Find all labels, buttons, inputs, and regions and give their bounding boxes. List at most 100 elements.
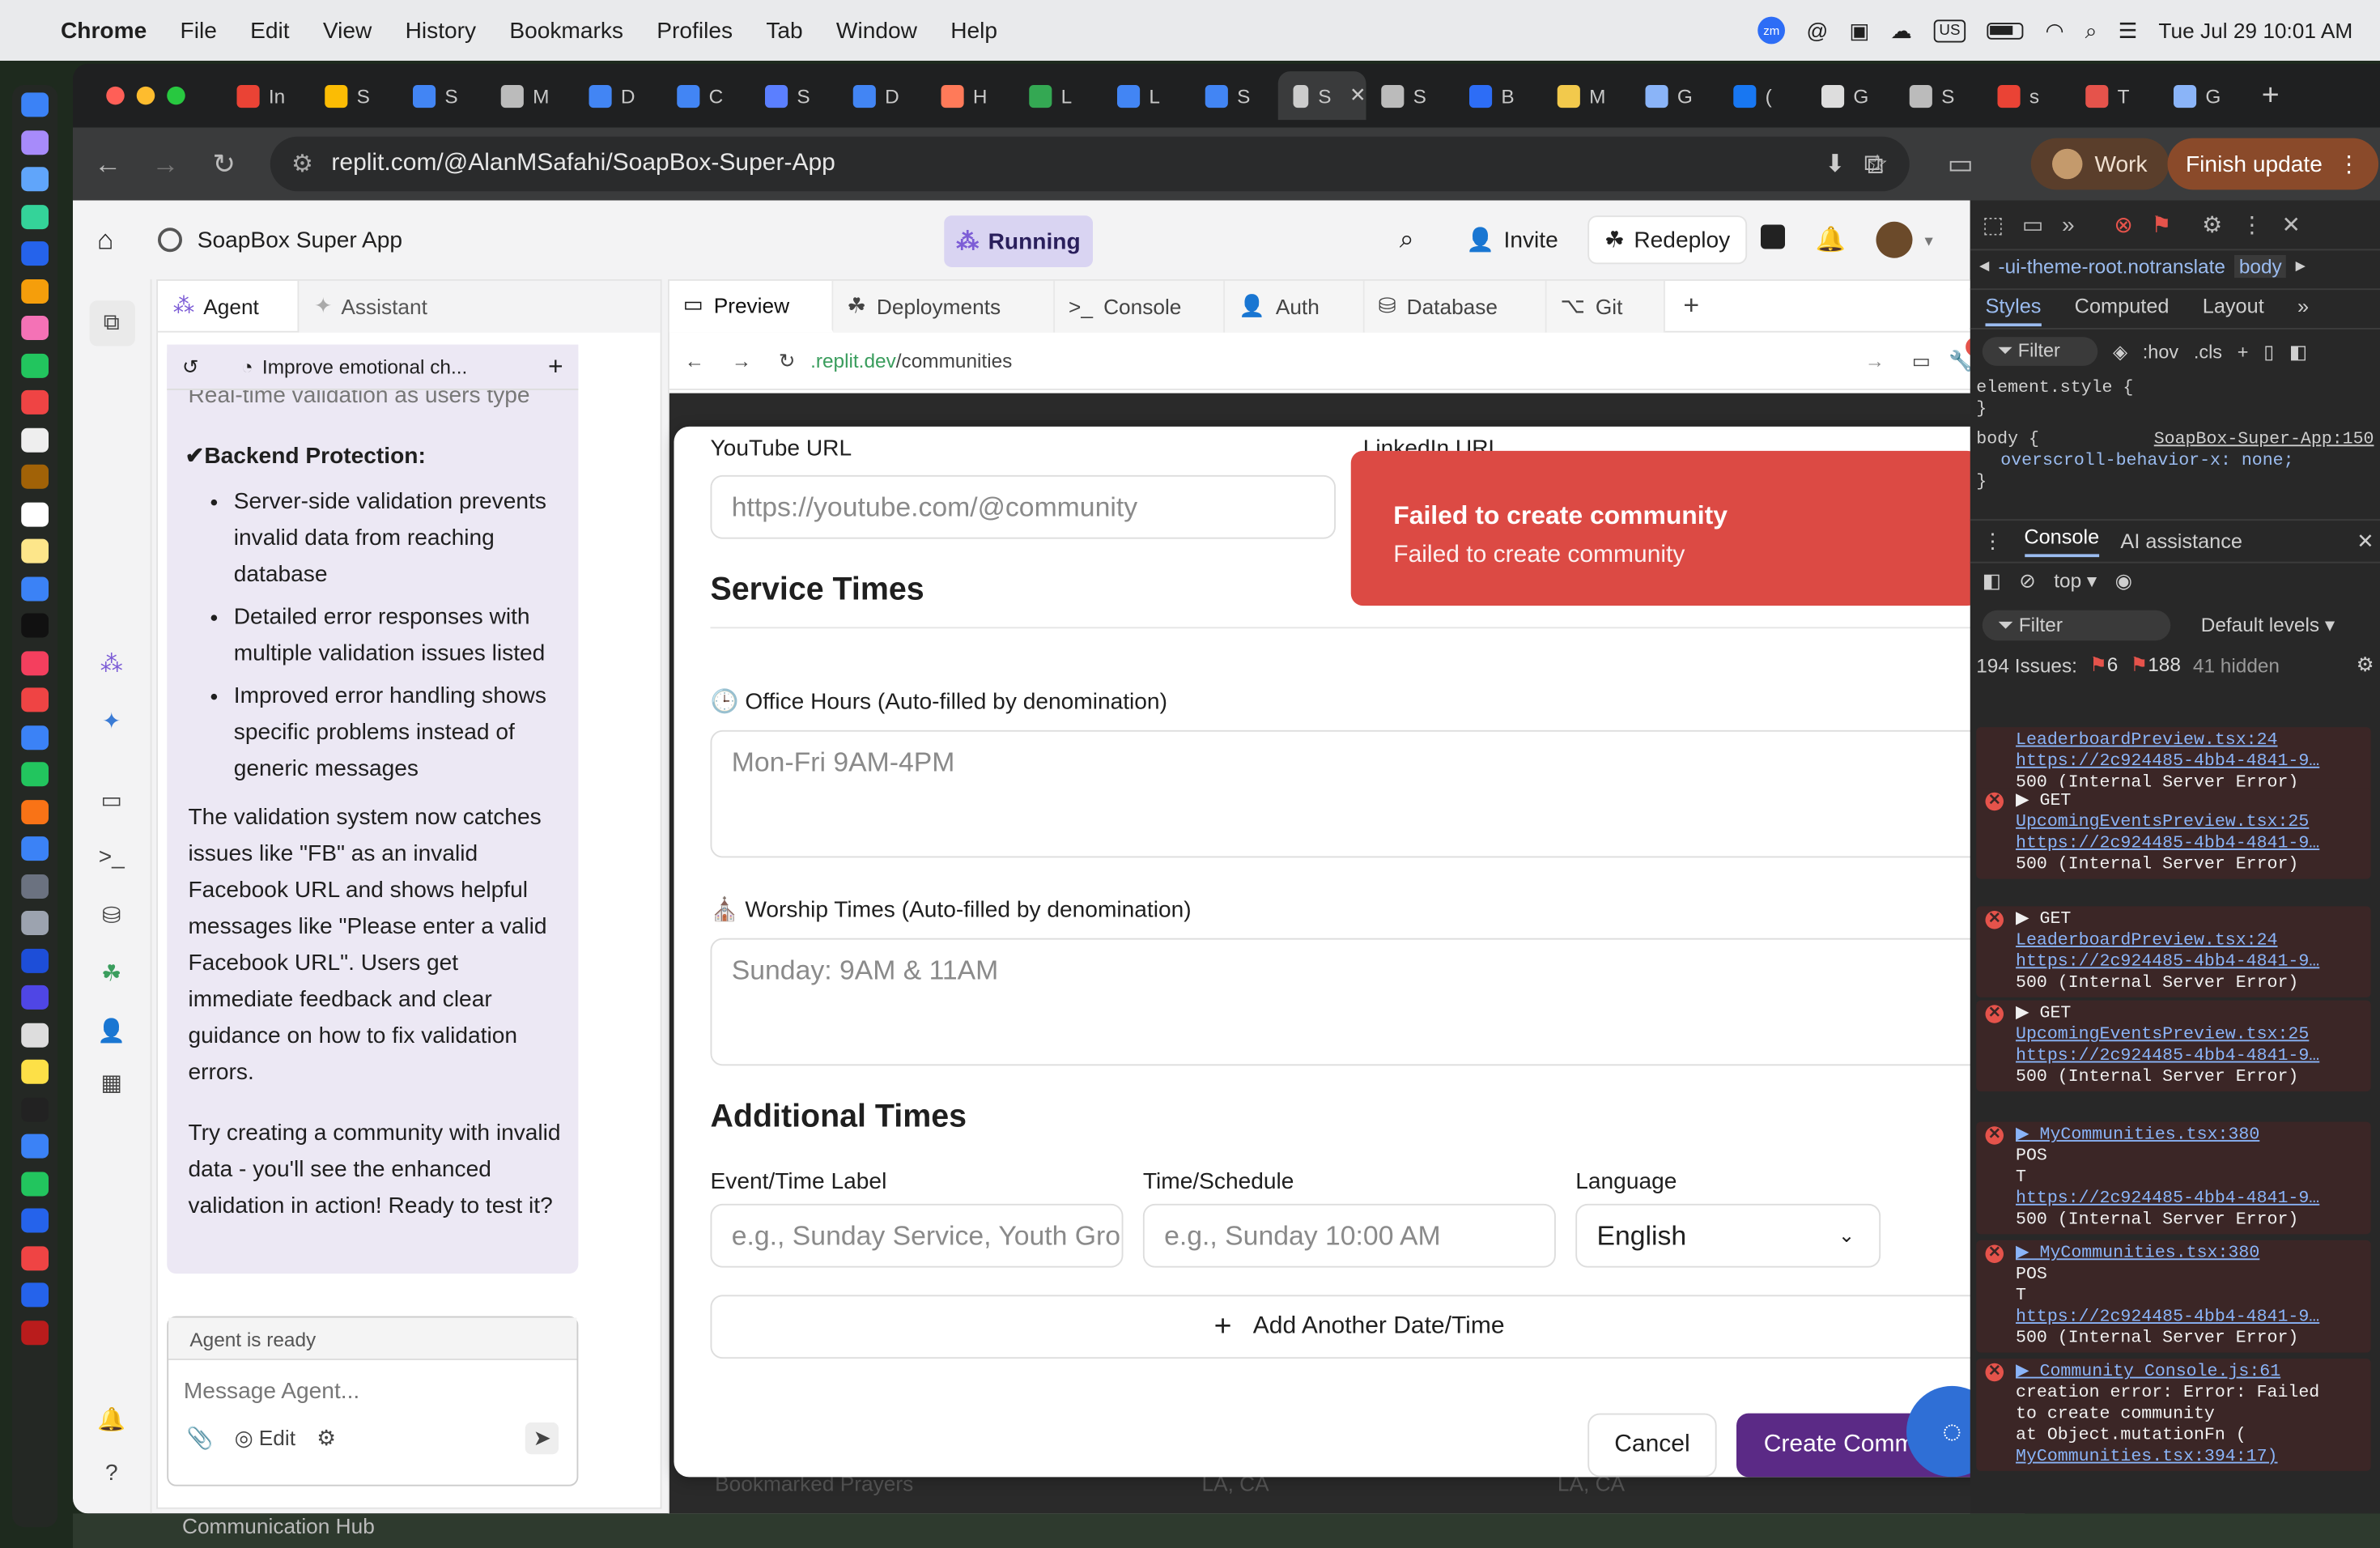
browser-tab[interactable]: S (397, 71, 486, 120)
browser-tab[interactable]: L (1102, 71, 1190, 120)
crumb-left-icon[interactable]: ◂ (1979, 253, 1989, 278)
message-input[interactable]: Message Agent... (168, 1360, 576, 1423)
tab-git[interactable]: ⌥ Git (1546, 279, 1665, 332)
database-rail-icon[interactable]: ⛁ (95, 902, 128, 935)
office-hours-textarea[interactable]: Mon-Fri 9AM-4PM (710, 729, 1989, 858)
keynote-icon[interactable] (21, 725, 49, 750)
zoom-app-icon[interactable] (21, 1208, 49, 1233)
numbers-icon[interactable] (21, 762, 49, 787)
rule-prop[interactable]: overscroll-behavior-x: none; (1976, 451, 2374, 472)
browser-tab[interactable]: S ✕ (1277, 71, 1366, 121)
calendar-icon[interactable] (21, 389, 49, 415)
notes-icon[interactable] (21, 538, 49, 563)
preview-rail-icon[interactable]: ▭ (95, 786, 128, 819)
browser-tab[interactable]: s (1983, 71, 2071, 120)
url-text[interactable]: replit.com/@AlanMSafahi/SoapBox-Super-Ap… (331, 151, 835, 178)
settings-sliders-icon[interactable]: ⚙ (317, 1426, 336, 1452)
browser-tab[interactable]: H (926, 71, 1014, 120)
minimize-window-button[interactable] (136, 86, 155, 105)
go-icon[interactable]: → (1865, 349, 1885, 372)
console-error[interactable]: ✕ ▶ MyCommunities.tsx:380 POS Thttps://2c92… (1976, 1240, 2371, 1353)
tab-preview[interactable]: ▭ Preview (669, 279, 834, 332)
attach-icon[interactable]: 📎 (187, 1426, 214, 1452)
console-rail-icon[interactable]: >_ (95, 844, 128, 878)
news-icon[interactable] (21, 687, 49, 712)
search-icon[interactable]: ⌕ (1400, 225, 1414, 256)
profile-button[interactable]: Work (2030, 138, 2169, 190)
clock[interactable]: Tue Jul 29 10:01 AM (2158, 19, 2352, 43)
cancel-button[interactable]: Cancel (1587, 1413, 1717, 1478)
tab-styles[interactable]: Styles (1985, 295, 2042, 327)
word-icon[interactable] (21, 947, 49, 972)
dictionary-icon[interactable] (21, 1320, 49, 1345)
keyboard-layout-icon[interactable]: US (1932, 19, 1967, 42)
tab-console[interactable]: Console (2024, 525, 2100, 558)
language-select[interactable]: English ⌄ (1575, 1203, 1881, 1268)
settings-icon[interactable]: ⚙ (2202, 211, 2222, 239)
site-settings-icon[interactable]: ⚙ (291, 149, 313, 180)
maps-icon[interactable] (21, 279, 49, 304)
tab-agent[interactable]: ⁂ Agent (158, 279, 300, 332)
console-error[interactable]: ✕ ▶ GET UpcomingEventsPreview.tsx:25 https:… (1976, 1000, 2371, 1092)
address-bar[interactable]: ⚙ replit.com/@AlanMSafahi/SoapBox-Super-… (270, 136, 1910, 192)
console-error[interactable]: ✕LeaderboardPreview.tsx:24https://2c9244… (1976, 727, 2371, 797)
cls-button[interactable]: .cls (2194, 341, 2222, 362)
browser-tab[interactable]: M (1542, 71, 1630, 120)
error-count[interactable]: ⚑6 (2089, 653, 2118, 677)
contacts-icon[interactable] (21, 464, 49, 489)
run-status-button[interactable]: ⁂ Running (944, 215, 1093, 267)
crumb-body[interactable]: body (2234, 254, 2287, 278)
browser-tab[interactable]: S (750, 71, 838, 120)
freeform-icon[interactable] (21, 576, 49, 601)
rule-source[interactable]: SoapBox-Super-App:150 (2154, 430, 2374, 451)
url-path[interactable]: /communities (896, 349, 1013, 372)
home-icon[interactable]: ⌂ (97, 224, 113, 256)
browser-tab[interactable]: In (222, 71, 310, 120)
apps-grid-icon[interactable]: ▦ (95, 1069, 128, 1102)
console-error[interactable]: ✕ ▶ MyCommunities.tsx:380 POS Thttps://2c92… (1976, 1121, 2371, 1235)
browser-tab[interactable]: ( (1719, 71, 1807, 120)
send-icon[interactable]: ➤ (525, 1422, 559, 1455)
launchpad-icon[interactable] (21, 130, 49, 155)
browser-tab[interactable]: S (1190, 71, 1278, 120)
schedule-input[interactable]: e.g., Sunday 10:00 AM (1142, 1203, 1556, 1268)
console-filter-input[interactable]: ⏷ Filter (1982, 610, 2171, 641)
settings-icon[interactable] (21, 874, 49, 899)
photos-icon[interactable] (21, 316, 49, 340)
menu-window[interactable]: Window (836, 18, 917, 44)
inspect-icon[interactable]: ⬚ (1983, 211, 2004, 239)
warning-icon[interactable]: ⚑ (2151, 211, 2171, 239)
error-icon[interactable]: ⊗ (2114, 211, 2133, 239)
console-error[interactable]: ✕ ▶ GET UpcomingEventsPreview.tsx:25 https:… (1976, 788, 2371, 879)
tab-database[interactable]: ⛁ Database (1364, 279, 1547, 332)
battery-icon[interactable] (1987, 22, 2025, 39)
levels-select[interactable]: Default levels ▾ (2201, 614, 2335, 638)
console-settings-icon[interactable]: ⚙ (2357, 653, 2374, 677)
add-date-button[interactable]: + Add Another Date/Time (710, 1295, 1989, 1359)
add-rule-icon[interactable]: + (2238, 341, 2249, 362)
clear-console-icon[interactable]: ⊘ (2019, 569, 2035, 593)
split-view-icon[interactable] (1761, 224, 1785, 249)
rule-element-style[interactable]: element.style { (1976, 378, 2374, 399)
zoom-window-button[interactable] (167, 86, 185, 105)
office-icon[interactable]: ▣ (1849, 18, 1869, 44)
reminders-icon[interactable] (21, 501, 49, 526)
menu-tab[interactable]: Tab (766, 18, 802, 44)
at-icon[interactable]: @ (1806, 19, 1828, 43)
weather-icon[interactable]: ☁ (1890, 18, 1911, 44)
messages-icon[interactable] (21, 204, 49, 229)
tab-layout[interactable]: Layout (2203, 295, 2264, 326)
safari-icon[interactable] (21, 167, 49, 192)
chevron-down-icon[interactable]: ▾ (1925, 230, 1933, 250)
drawer-menu-icon[interactable]: ⋮ (1983, 529, 2003, 553)
help-icon[interactable]: ? (95, 1461, 128, 1494)
new-tab-button[interactable]: + (2262, 79, 2280, 113)
menu-profiles[interactable]: Profiles (657, 18, 733, 44)
url-host[interactable]: .replit.dev (810, 349, 896, 372)
tab-computed[interactable]: Computed (2075, 295, 2170, 326)
chrome-dev-icon[interactable] (21, 1059, 49, 1084)
menu-app-name[interactable]: Chrome (61, 18, 147, 44)
layers-icon[interactable]: ◈ (2113, 340, 2127, 363)
crumb-right-icon[interactable]: ▸ (2296, 253, 2306, 278)
browser-tab[interactable]: D (574, 71, 662, 120)
